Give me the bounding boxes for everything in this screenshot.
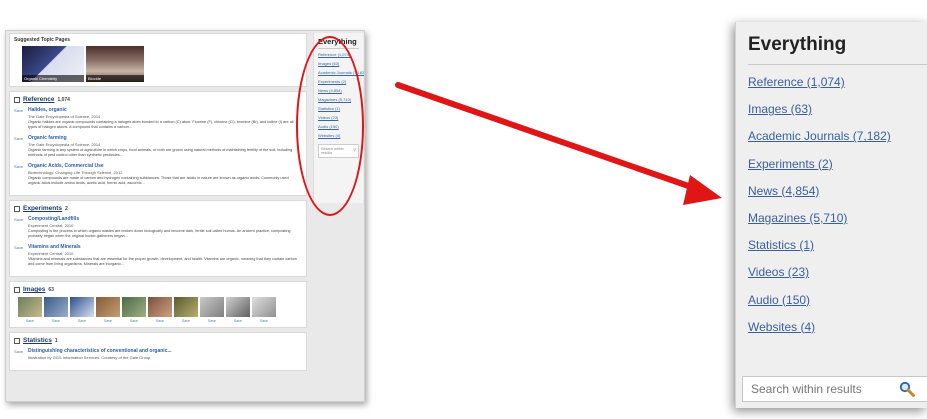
sidebar-item-experiments[interactable]: Experiments (2) [748, 157, 927, 171]
zoomed-sidebar: Everything Reference (1,074) Images (63)… [735, 22, 927, 408]
sidebar-item-statistics[interactable]: Statistics (1) [748, 238, 927, 252]
magnifier-icon[interactable] [899, 381, 915, 400]
sidebar-title: Everything [748, 34, 927, 65]
search-placeholder: Search within results [751, 382, 862, 396]
sidebar-item-news[interactable]: News (4,854) [748, 184, 927, 198]
search-within-input[interactable]: Search within results [742, 376, 927, 402]
sidebar-item-websites[interactable]: Websites (4) [748, 320, 927, 334]
sidebar-item-magazines[interactable]: Magazines (5,710) [748, 211, 927, 225]
sidebar-item-images[interactable]: Images (63) [748, 102, 927, 116]
sidebar-item-reference[interactable]: Reference (1,074) [748, 75, 927, 89]
sidebar-item-academic-journals[interactable]: Academic Journals (7,182) [748, 129, 927, 143]
sidebar-item-videos[interactable]: Videos (23) [748, 265, 927, 279]
sidebar-item-audio[interactable]: Audio (150) [748, 293, 927, 307]
